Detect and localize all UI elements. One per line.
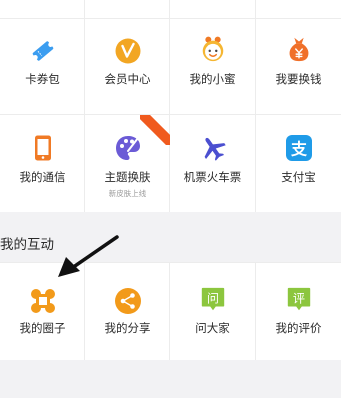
share-icon	[114, 288, 141, 314]
service-label: 我要换钱	[275, 72, 322, 86]
interaction-card-my-reviews[interactable]: 评 我的评价	[256, 262, 341, 360]
service-label: 主题换肤	[104, 170, 151, 184]
palette-icon	[115, 136, 140, 160]
money-bag-icon	[289, 37, 308, 62]
interaction-label: 我的分享	[104, 321, 151, 335]
service-card-flights-trains[interactable]: 机票火车票	[170, 115, 255, 212]
svg-text:评: 评	[292, 291, 304, 305]
circle-group-icon	[30, 289, 55, 313]
interaction-grid: 我的圈子 我的分享 问 问大家 评 我的评价	[0, 262, 341, 360]
interaction-label: 我的评价	[275, 321, 322, 335]
service-card-coupons[interactable]: 卡券包	[0, 19, 85, 114]
ask-icon: 问	[201, 287, 224, 311]
service-card-assistant[interactable]: 我的小蜜	[170, 19, 255, 114]
service-sublabel: 新皮肤上线	[108, 189, 147, 198]
service-card-telecom[interactable]: 我的通信	[0, 115, 85, 212]
service-card-theme-skin[interactable]: 主题换肤 新皮肤上线	[85, 115, 170, 212]
interaction-label: 问大家	[195, 321, 230, 335]
service-label: 机票火车票	[183, 170, 242, 184]
service-label: 会员中心	[104, 72, 151, 86]
service-label: 我的小蜜	[189, 72, 236, 86]
review-icon: 评	[287, 287, 310, 311]
svg-text:问: 问	[206, 291, 218, 305]
interaction-label: 我的圈子	[19, 321, 66, 335]
section-title-my-interaction: 我的互动	[0, 237, 54, 253]
ticket-icon	[32, 41, 53, 61]
vip-icon	[115, 38, 140, 64]
service-card-member-center[interactable]: 会员中心	[85, 19, 170, 114]
service-card-exchange-money[interactable]: 我要换钱	[256, 19, 341, 114]
services-grid: 卡券包 会员中心 我的小蜜 我要换钱 我的通信 主题换肤 新皮肤上线 机票火车票…	[0, 0, 341, 212]
interaction-card-my-circles[interactable]: 我的圈子	[0, 262, 85, 360]
assistant-face-icon	[202, 36, 223, 62]
service-label: 支付宝	[281, 170, 316, 184]
alipay-icon: 支	[285, 135, 312, 161]
phone-icon	[34, 135, 51, 161]
service-card-alipay[interactable]: 支 支付宝	[256, 115, 341, 212]
promo-ribbon	[140, 115, 170, 145]
airplane-icon	[204, 137, 226, 161]
svg-text:支: 支	[289, 140, 307, 159]
interaction-card-my-shares[interactable]: 我的分享	[85, 262, 170, 360]
interaction-card-ask-everyone[interactable]: 问 问大家	[170, 262, 255, 360]
service-label: 卡券包	[25, 72, 60, 86]
service-label: 我的通信	[19, 170, 66, 184]
